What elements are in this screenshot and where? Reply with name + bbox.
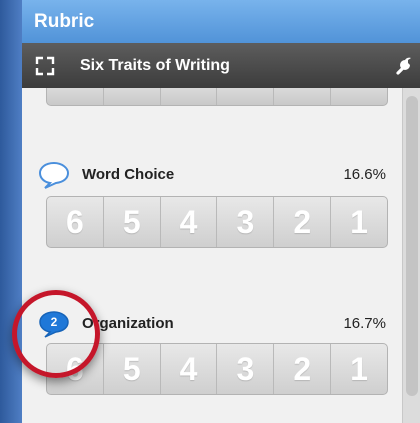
rubric-name: Six Traits of Writing xyxy=(80,57,230,74)
rubric-toolbar: Six Traits of Writing xyxy=(22,43,420,88)
trait-name: Word Choice xyxy=(82,166,175,183)
expand-icon[interactable] xyxy=(35,56,55,76)
window-edge xyxy=(0,0,22,423)
score-button-1[interactable]: 1 xyxy=(331,344,387,394)
score-button-2[interactable]: 2 xyxy=(274,197,332,247)
trait-word-choice: Word Choice 16.6% xyxy=(37,160,390,190)
score-button-3[interactable]: 3 xyxy=(217,344,275,394)
score-button-2[interactable]: 2 xyxy=(274,344,332,394)
scrollbar-thumb[interactable] xyxy=(406,96,418,396)
panel-title-bar: Rubric xyxy=(22,0,420,43)
previous-trait-scores[interactable] xyxy=(46,88,388,106)
trait-header: Word Choice 16.6% xyxy=(37,160,390,190)
score-button-1[interactable]: 1 xyxy=(331,197,387,247)
score-button-6[interactable]: 6 xyxy=(47,197,104,247)
wrench-icon[interactable] xyxy=(394,54,416,76)
score-buttons: 6 5 4 3 2 1 xyxy=(46,196,388,248)
trait-weight: 16.7% xyxy=(343,315,386,332)
score-buttons: 6 5 4 3 2 1 xyxy=(46,343,388,395)
highlight-annotation-circle xyxy=(12,290,100,378)
score-button-3[interactable]: 3 xyxy=(217,197,275,247)
comment-icon[interactable] xyxy=(37,160,71,190)
panel-title: Rubric xyxy=(34,11,95,32)
score-button-5[interactable]: 5 xyxy=(104,197,161,247)
score-button-5[interactable]: 5 xyxy=(104,344,161,394)
trait-weight: 16.6% xyxy=(343,166,386,183)
score-button-4[interactable]: 4 xyxy=(161,197,218,247)
score-button-4[interactable]: 4 xyxy=(161,344,218,394)
scrollbar[interactable] xyxy=(402,88,420,423)
